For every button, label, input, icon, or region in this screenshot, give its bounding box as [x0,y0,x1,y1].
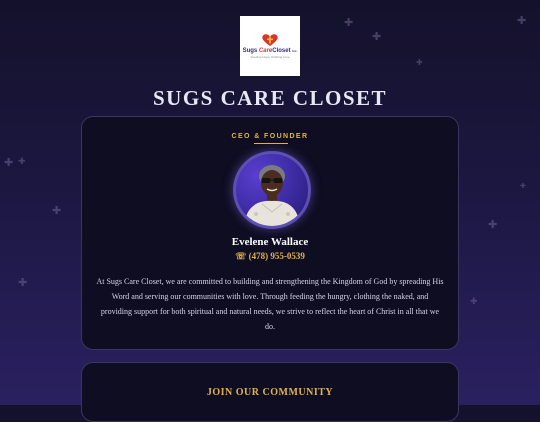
sparkle-icon: ✚ [18,156,26,166]
sparkle-icon: ✚ [488,219,498,231]
community-card: JOIN OUR COMMUNITY [81,362,459,422]
site-title: SUGS CARE CLOSET [152,86,388,110]
logo-name: Sugs [242,48,258,54]
sparkle-icon: ✚ [520,182,526,190]
sparkle-icon: ✚ [470,296,478,306]
logo-wordmark: Sugs CareCloset Inc. [243,48,298,54]
sparkle-icon: ✚ [18,277,28,289]
logo[interactable]: Sugs CareCloset Inc. Feeding Hope, Cloth… [240,16,300,76]
founder-card: CEO & FOUNDER Evelene Wallace ☏ (478) 95… [81,116,459,350]
phone-link[interactable]: ☏ (478) 955-0539 [82,251,458,262]
sparkle-icon: ✚ [517,15,527,27]
community-title: JOIN OUR COMMUNITY [206,387,334,398]
avatar [233,151,311,229]
sparkle-icon: ✚ [4,157,14,169]
founder-name: Evelene Wallace [231,236,309,248]
role-label: CEO & FOUNDER [231,133,309,140]
heart-cross-icon [261,33,279,47]
logo-tagline: Feeding Hope, Clothing Love [250,55,290,59]
sparkle-icon: ✚ [344,17,354,29]
sparkle-icon: ✚ [416,58,423,67]
logo-closet: Closet [272,48,291,54]
logo-inc: Inc. [292,49,298,53]
logo-care: Care [258,48,273,54]
sparkle-icon: ✚ [372,31,382,43]
role-underline [254,143,288,144]
sparkle-icon: ✚ [52,205,62,217]
founder-bio: At Sugs Care Closet, we are committed to… [96,277,444,331]
